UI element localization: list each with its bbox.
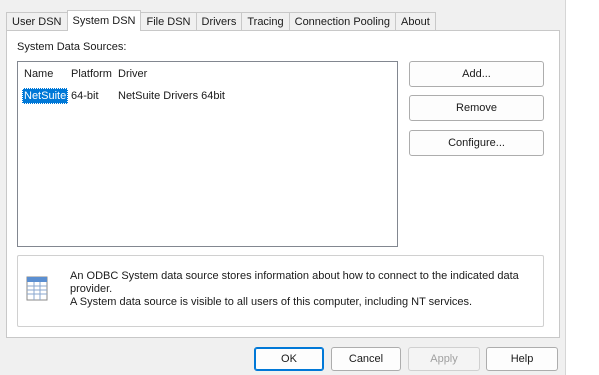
tab-tracing[interactable]: Tracing [241,12,290,31]
tab-system-dsn[interactable]: System DSN [66,10,142,31]
system-data-sources-label: System Data Sources: [17,41,127,53]
column-header-name[interactable]: Name [24,68,53,80]
row-driver-cell[interactable]: NetSuite Drivers 64bit [118,88,225,104]
tab-connection-pooling[interactable]: Connection Pooling [288,12,397,31]
dialog-border [565,0,566,375]
info-description: An ODBC System data source stores inform… [70,270,540,309]
database-sheet-icon [26,276,48,301]
apply-button[interactable]: Apply [408,347,480,371]
tab-about[interactable]: About [395,12,436,31]
configure-button[interactable]: Configure... [409,130,544,156]
add-button[interactable]: Add... [409,61,544,87]
tab-panel: System Data Sources: Name Platform Drive… [6,30,560,338]
row-name-cell[interactable]: NetSuite [22,88,69,104]
tab-user-dsn[interactable]: User DSN [6,12,68,31]
remove-button[interactable]: Remove [409,95,544,121]
help-button[interactable]: Help [486,347,558,371]
cancel-button[interactable]: Cancel [331,347,401,371]
info-box: An ODBC System data source stores inform… [17,255,544,327]
column-header-platform[interactable]: Platform [71,68,112,80]
tab-file-dsn[interactable]: File DSN [140,12,197,31]
ok-button[interactable]: OK [254,347,324,371]
info-line-1: An ODBC System data source stores inform… [70,270,519,295]
tab-strip: User DSN System DSN File DSN Drivers Tra… [6,10,436,31]
info-line-2: A System data source is visible to all u… [70,296,473,308]
tab-drivers[interactable]: Drivers [195,12,243,31]
data-source-list[interactable]: Name Platform Driver NetSuite 64-bit Net… [17,61,398,247]
row-platform-cell[interactable]: 64-bit [71,88,99,104]
odbc-dialog: User DSN System DSN File DSN Drivers Tra… [0,0,565,375]
column-header-driver[interactable]: Driver [118,68,147,80]
